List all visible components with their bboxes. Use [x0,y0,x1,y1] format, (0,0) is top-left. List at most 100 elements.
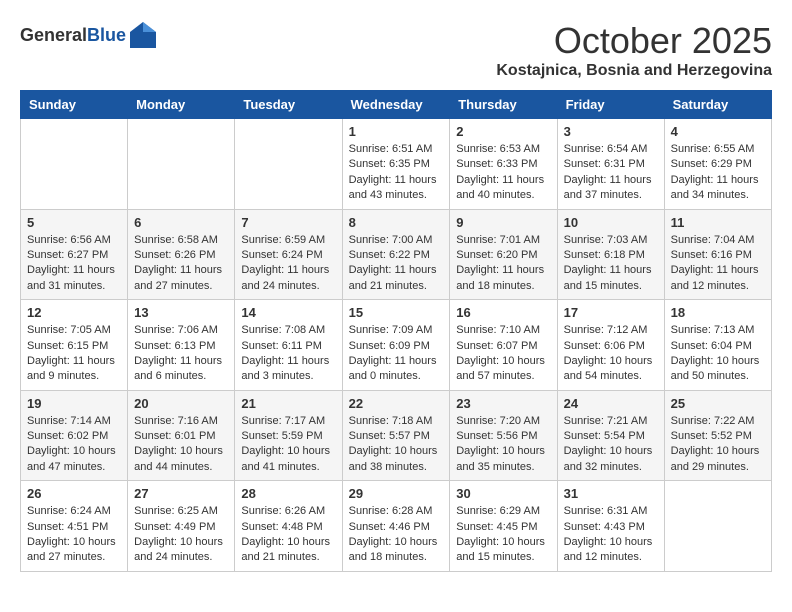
calendar-cell: 5 Sunrise: 6:56 AM Sunset: 6:27 PM Daylig… [21,209,128,300]
calendar-cell: 11Sunrise: 7:04 AM Sunset: 6:16 PM Dayli… [664,209,771,300]
day-number: 26 [27,486,121,501]
day-info: Sunrise: 7:06 AM Sunset: 6:13 PM Dayligh… [134,323,228,385]
calendar-cell: 25 Sunrise: 7:22 AM Sunset: 5:52 PM Dayli… [664,390,771,481]
day-number: 9 [456,215,550,230]
day-number: 20 [134,396,228,411]
day-header-thursday: Thursday [450,91,557,119]
day-number: 29 [349,486,444,501]
day-info: Sunrise: 6:56 AM Sunset: 6:27 PM Dayligh… [27,233,121,295]
day-number: 8 [349,215,444,230]
day-info: Sunrise: 7:21 AM Sunset: 5:54 PM Dayligh… [564,414,658,476]
day-number: 1 [349,124,444,139]
day-number: 31 [564,486,658,501]
logo-general-text: General [20,25,87,45]
day-number: 30 [456,486,550,501]
calendar-week-row: 5 Sunrise: 6:56 AM Sunset: 6:27 PM Daylig… [21,209,772,300]
calendar-cell: 4Sunrise: 6:55 AM Sunset: 6:29 PM Daylig… [664,119,771,210]
logo-icon [128,20,158,50]
day-number: 22 [349,396,444,411]
day-header-sunday: Sunday [21,91,128,119]
day-info: Sunrise: 7:10 AM Sunset: 6:07 PM Dayligh… [456,323,550,385]
calendar-cell: 14 Sunrise: 7:08 AM Sunset: 6:11 PM Dayli… [235,300,342,391]
day-info: Sunrise: 6:51 AM Sunset: 6:35 PM Dayligh… [349,142,444,204]
calendar-cell: 22 Sunrise: 7:18 AM Sunset: 5:57 PM Dayli… [342,390,450,481]
calendar-cell: 17 Sunrise: 7:12 AM Sunset: 6:06 PM Dayli… [557,300,664,391]
day-number: 5 [27,215,121,230]
day-info: Sunrise: 6:31 AM Sunset: 4:43 PM Dayligh… [564,504,658,566]
calendar-cell: 12 Sunrise: 7:05 AM Sunset: 6:15 PM Dayli… [21,300,128,391]
day-number: 7 [241,215,335,230]
day-number: 25 [671,396,765,411]
day-number: 27 [134,486,228,501]
day-number: 6 [134,215,228,230]
day-number: 13 [134,305,228,320]
calendar-cell: 31 Sunrise: 6:31 AM Sunset: 4:43 PM Dayli… [557,481,664,572]
day-number: 18 [671,305,765,320]
calendar-header-row: SundayMondayTuesdayWednesdayThursdayFrid… [21,91,772,119]
day-info: Sunrise: 7:12 AM Sunset: 6:06 PM Dayligh… [564,323,658,385]
calendar-cell: 26 Sunrise: 6:24 AM Sunset: 4:51 PM Dayli… [21,481,128,572]
calendar-cell [128,119,235,210]
day-header-wednesday: Wednesday [342,91,450,119]
day-info: Sunrise: 7:03 AM Sunset: 6:18 PM Dayligh… [564,233,658,295]
calendar-cell: 30 Sunrise: 6:29 AM Sunset: 4:45 PM Dayli… [450,481,557,572]
day-info: Sunrise: 7:00 AM Sunset: 6:22 PM Dayligh… [349,233,444,295]
day-info: Sunrise: 6:55 AM Sunset: 6:29 PM Dayligh… [671,142,765,204]
calendar-cell [21,119,128,210]
calendar-cell: 19 Sunrise: 7:14 AM Sunset: 6:02 PM Dayli… [21,390,128,481]
calendar-cell: 24 Sunrise: 7:21 AM Sunset: 5:54 PM Dayli… [557,390,664,481]
day-info: Sunrise: 6:26 AM Sunset: 4:48 PM Dayligh… [241,504,335,566]
month-title: October 2025 [496,20,772,62]
day-info: Sunrise: 7:01 AM Sunset: 6:20 PM Dayligh… [456,233,550,295]
day-header-saturday: Saturday [664,91,771,119]
location-title: Kostajnica, Bosnia and Herzegovina [496,62,772,80]
calendar-cell [235,119,342,210]
day-info: Sunrise: 7:14 AM Sunset: 6:02 PM Dayligh… [27,414,121,476]
day-info: Sunrise: 7:05 AM Sunset: 6:15 PM Dayligh… [27,323,121,385]
calendar-cell: 27 Sunrise: 6:25 AM Sunset: 4:49 PM Dayli… [128,481,235,572]
day-info: Sunrise: 6:29 AM Sunset: 4:45 PM Dayligh… [456,504,550,566]
day-number: 23 [456,396,550,411]
day-info: Sunrise: 7:13 AM Sunset: 6:04 PM Dayligh… [671,323,765,385]
day-number: 14 [241,305,335,320]
title-section: October 2025 Kostajnica, Bosnia and Herz… [496,20,772,80]
calendar-cell: 9 Sunrise: 7:01 AM Sunset: 6:20 PM Daylig… [450,209,557,300]
calendar-cell: 6 Sunrise: 6:58 AM Sunset: 6:26 PM Daylig… [128,209,235,300]
day-number: 24 [564,396,658,411]
day-info: Sunrise: 7:09 AM Sunset: 6:09 PM Dayligh… [349,323,444,385]
day-number: 12 [27,305,121,320]
day-number: 28 [241,486,335,501]
day-number: 17 [564,305,658,320]
day-number: 11 [671,215,765,230]
logo-blue-text: Blue [87,25,126,45]
calendar-cell: 8 Sunrise: 7:00 AM Sunset: 6:22 PM Daylig… [342,209,450,300]
calendar-cell: 28 Sunrise: 6:26 AM Sunset: 4:48 PM Dayli… [235,481,342,572]
day-header-monday: Monday [128,91,235,119]
day-number: 15 [349,305,444,320]
day-info: Sunrise: 6:58 AM Sunset: 6:26 PM Dayligh… [134,233,228,295]
calendar-week-row: 1 Sunrise: 6:51 AM Sunset: 6:35 PM Daylig… [21,119,772,210]
calendar-cell: 21Sunrise: 7:17 AM Sunset: 5:59 PM Dayli… [235,390,342,481]
day-info: Sunrise: 7:08 AM Sunset: 6:11 PM Dayligh… [241,323,335,385]
day-number: 10 [564,215,658,230]
calendar-cell: 20 Sunrise: 7:16 AM Sunset: 6:01 PM Dayli… [128,390,235,481]
day-info: Sunrise: 7:18 AM Sunset: 5:57 PM Dayligh… [349,414,444,476]
calendar-cell: 29Sunrise: 6:28 AM Sunset: 4:46 PM Dayli… [342,481,450,572]
calendar-cell: 23Sunrise: 7:20 AM Sunset: 5:56 PM Dayli… [450,390,557,481]
calendar-cell: 10 Sunrise: 7:03 AM Sunset: 6:18 PM Dayli… [557,209,664,300]
calendar-week-row: 26 Sunrise: 6:24 AM Sunset: 4:51 PM Dayli… [21,481,772,572]
calendar-cell: 18 Sunrise: 7:13 AM Sunset: 6:04 PM Dayli… [664,300,771,391]
day-info: Sunrise: 7:22 AM Sunset: 5:52 PM Dayligh… [671,414,765,476]
header: GeneralBlue October 2025 Kostajnica, Bos… [20,20,772,80]
day-info: Sunrise: 6:54 AM Sunset: 6:31 PM Dayligh… [564,142,658,204]
calendar-table: SundayMondayTuesdayWednesdayThursdayFrid… [20,90,772,572]
day-number: 19 [27,396,121,411]
day-header-friday: Friday [557,91,664,119]
day-info: Sunrise: 6:53 AM Sunset: 6:33 PM Dayligh… [456,142,550,204]
calendar-cell: 16Sunrise: 7:10 AM Sunset: 6:07 PM Dayli… [450,300,557,391]
calendar-week-row: 19 Sunrise: 7:14 AM Sunset: 6:02 PM Dayli… [21,390,772,481]
day-info: Sunrise: 6:24 AM Sunset: 4:51 PM Dayligh… [27,504,121,566]
day-info: Sunrise: 7:16 AM Sunset: 6:01 PM Dayligh… [134,414,228,476]
calendar-cell: 7Sunrise: 6:59 AM Sunset: 6:24 PM Daylig… [235,209,342,300]
day-info: Sunrise: 6:25 AM Sunset: 4:49 PM Dayligh… [134,504,228,566]
